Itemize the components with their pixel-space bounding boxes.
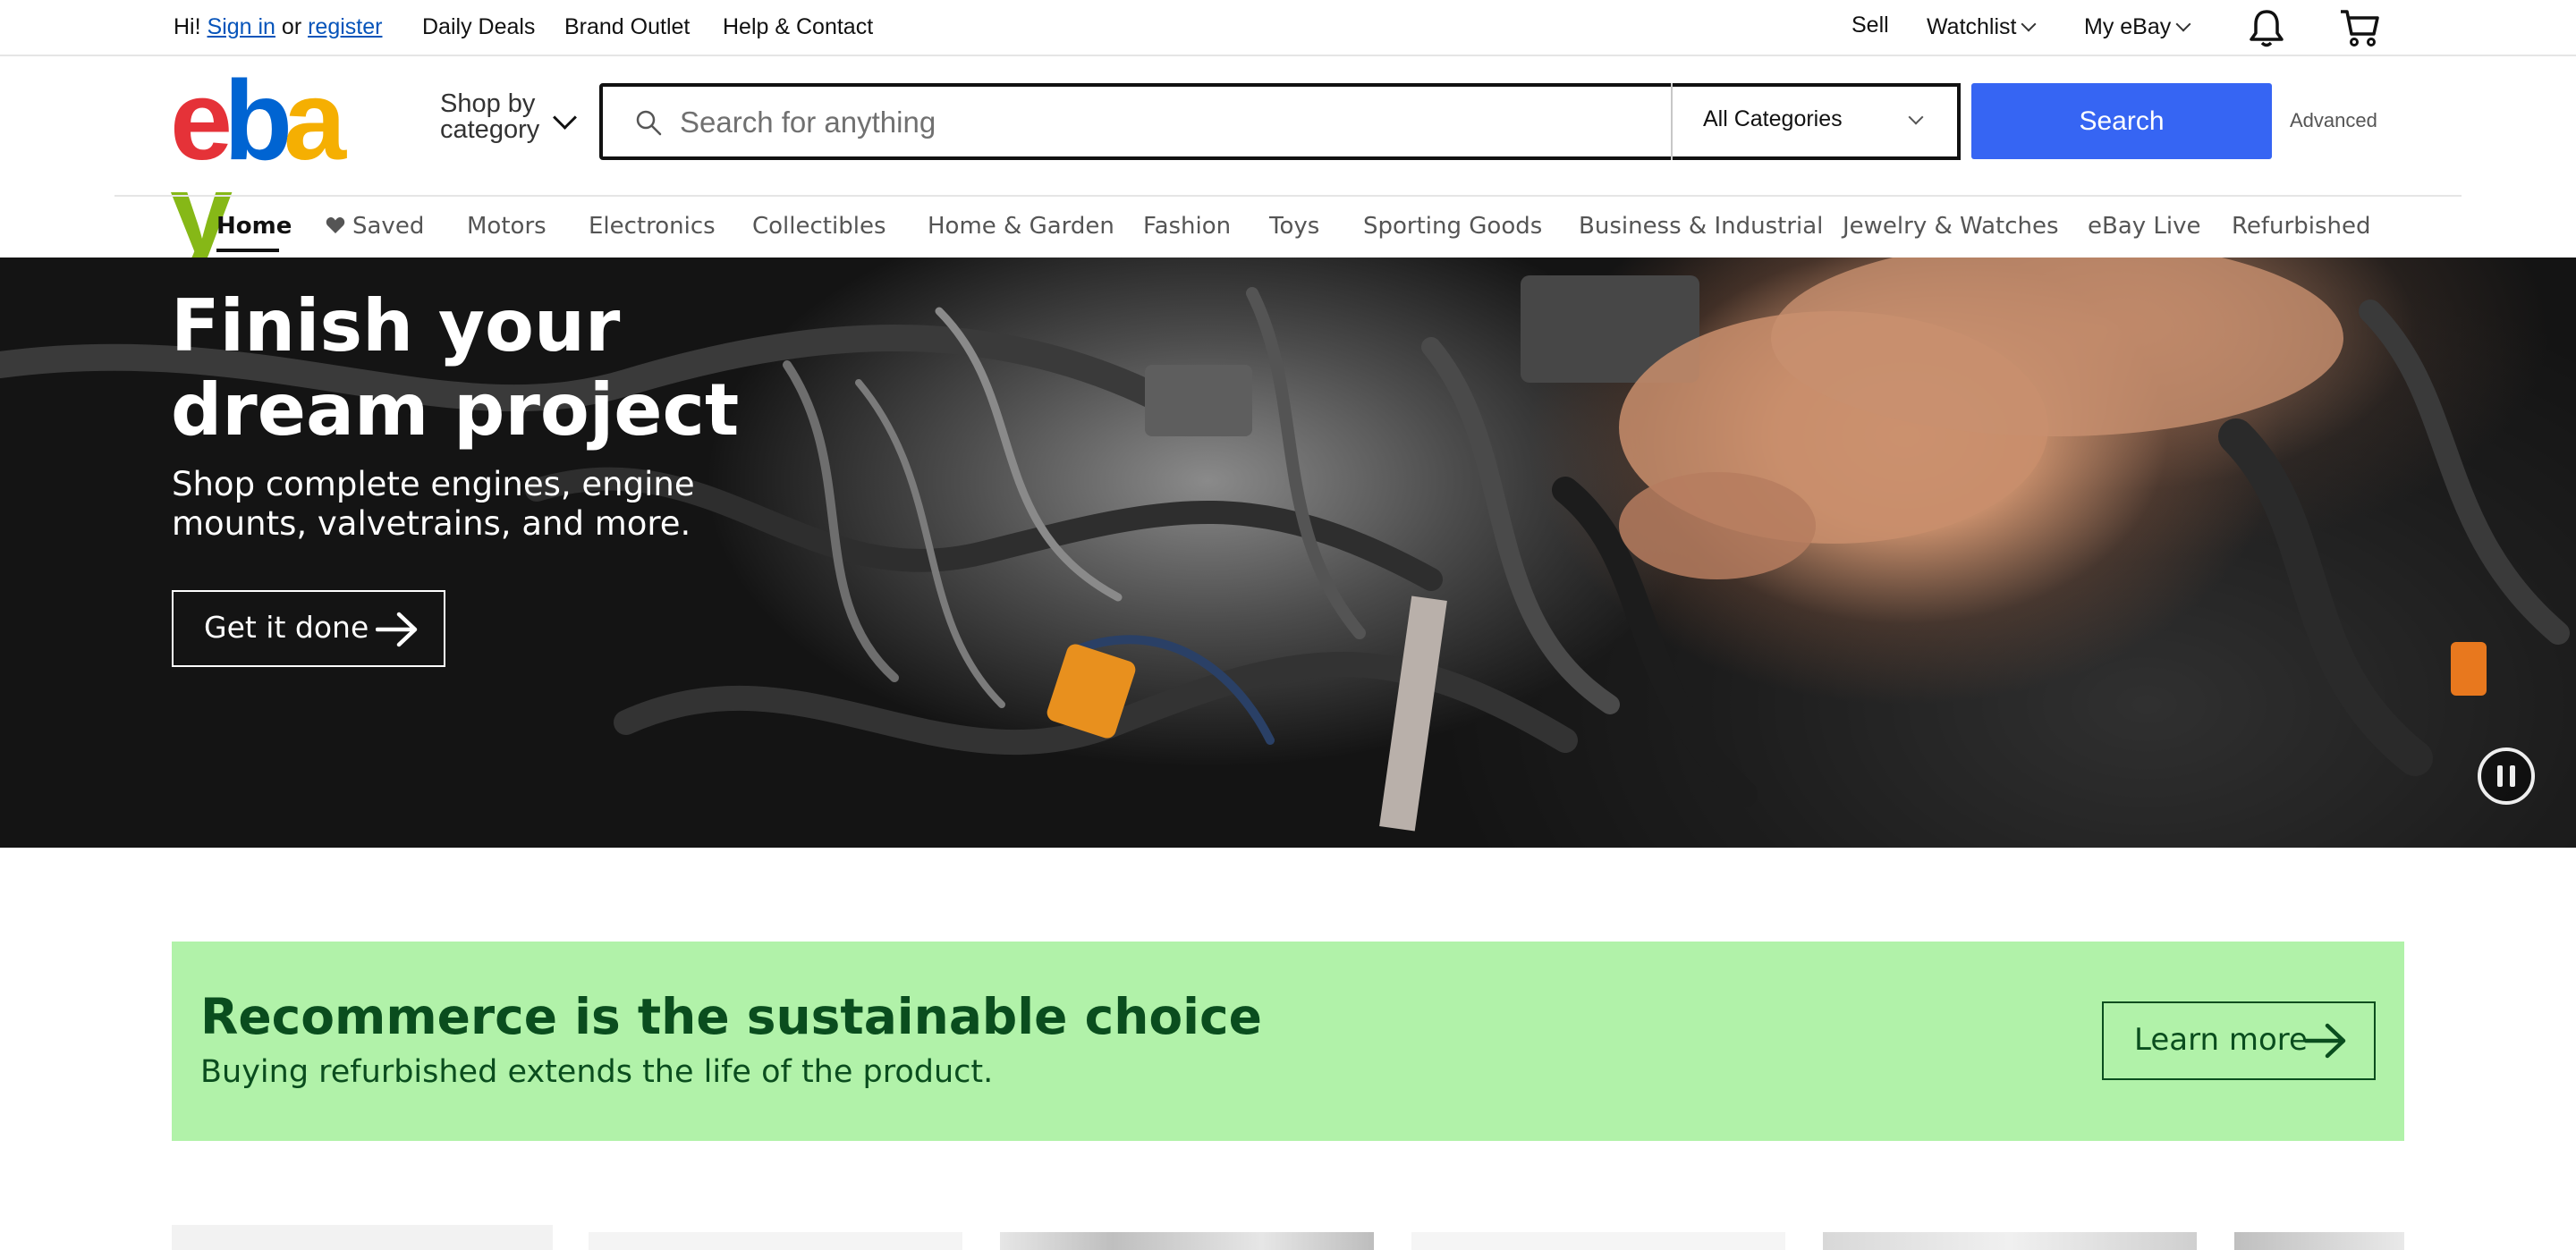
category-nav: Home Saved Motors Electronics Collectibl… — [114, 195, 2462, 258]
banner-title: Recommerce is the sustainable choice — [200, 988, 1262, 1045]
greeting-text: Hi! — [174, 14, 201, 39]
nav-active-indicator — [216, 249, 279, 252]
nav-item-home-garden[interactable]: Home & Garden — [928, 213, 1114, 240]
category-card[interactable] — [1823, 1232, 2197, 1250]
category-card[interactable] — [2234, 1232, 2404, 1250]
search-button[interactable]: Search — [1971, 83, 2272, 159]
shop-by-line1: Shop by — [440, 89, 536, 118]
category-card[interactable] — [1411, 1232, 1785, 1250]
chevron-down-icon — [2021, 16, 2037, 32]
sign-in-link[interactable]: Sign in — [208, 14, 275, 39]
nav-item-electronics[interactable]: Electronics — [589, 213, 716, 240]
hero-subtitle: Shop complete engines, engine mounts, va… — [172, 465, 695, 543]
bell-icon[interactable] — [2247, 7, 2286, 48]
chevron-down-icon — [2175, 16, 2191, 32]
search-input[interactable] — [678, 99, 1576, 146]
watchlist-menu[interactable]: Watchlist — [1927, 13, 2037, 40]
nav-item-business-industrial[interactable]: Business & Industrial — [1579, 213, 1823, 240]
watchlist-label: Watchlist — [1927, 14, 2017, 39]
category-card[interactable] — [1000, 1232, 1374, 1250]
banner-subtitle: Buying refurbished extends the life of t… — [200, 1054, 994, 1090]
category-card[interactable] — [589, 1232, 962, 1250]
chevron-down-icon — [1908, 109, 1924, 125]
sell-link[interactable]: Sell — [1852, 12, 1889, 38]
shop-by-line2: category — [440, 115, 540, 144]
or-text: or — [281, 14, 302, 39]
hero-banner[interactable]: Finish your dream project Shop complete … — [0, 258, 2576, 848]
my-ebay-menu[interactable]: My eBay — [2084, 13, 2191, 40]
nav-item-fashion[interactable]: Fashion — [1143, 213, 1231, 240]
arrow-right-icon — [2304, 1023, 2346, 1059]
learn-more-button[interactable]: Learn more — [2102, 1001, 2376, 1080]
nav-item-motors[interactable]: Motors — [467, 213, 547, 240]
chevron-down-icon — [553, 106, 577, 130]
nav-item-saved-label: Saved — [352, 213, 425, 240]
shop-by-category-label: Shop by category — [440, 91, 539, 143]
greeting-group: Hi! Sign in or register — [174, 13, 382, 40]
category-card[interactable] — [172, 1225, 553, 1250]
get-it-done-label: Get it done — [204, 610, 369, 645]
daily-deals-link[interactable]: Daily Deals — [422, 13, 535, 40]
nav-item-saved[interactable]: Saved — [326, 213, 424, 240]
nav-item-jewelry-watches[interactable]: Jewelry & Watches — [1843, 213, 2059, 240]
register-link[interactable]: register — [308, 14, 382, 39]
logo-letter: b — [224, 57, 292, 183]
nav-item-collectibles[interactable]: Collectibles — [752, 213, 886, 240]
help-contact-link[interactable]: Help & Contact — [723, 13, 873, 40]
nav-item-ebay-live[interactable]: eBay Live — [2088, 213, 2201, 240]
advanced-search-link[interactable]: Advanced — [2290, 109, 2377, 132]
nav-item-toys[interactable]: Toys — [1269, 213, 1319, 240]
hero-title: Finish your dream project — [171, 284, 740, 452]
pause-icon[interactable] — [2478, 747, 2535, 805]
arrow-right-icon — [376, 612, 418, 647]
heart-icon — [326, 217, 345, 233]
cart-icon[interactable] — [2338, 7, 2381, 48]
category-selected: All Categories — [1703, 106, 1843, 131]
nav-item-refurbished[interactable]: Refurbished — [2232, 213, 2370, 240]
logo-letter: a — [284, 57, 346, 183]
get-it-done-button[interactable]: Get it done — [172, 590, 445, 667]
learn-more-label: Learn more — [2134, 1022, 2308, 1058]
category-select[interactable]: All Categories — [1671, 83, 1961, 160]
nav-item-home[interactable]: Home — [216, 213, 292, 240]
search-icon — [636, 110, 662, 136]
recommerce-banner[interactable]: Recommerce is the sustainable choice Buy… — [172, 942, 2404, 1141]
brand-outlet-link[interactable]: Brand Outlet — [564, 13, 690, 40]
my-ebay-label: My eBay — [2084, 14, 2172, 39]
nav-item-sporting-goods[interactable]: Sporting Goods — [1363, 213, 1542, 240]
top-utility-bar: Hi! Sign in or register Daily Deals Bran… — [0, 0, 2576, 56]
ebay-logo[interactable]: ebay — [170, 57, 385, 270]
